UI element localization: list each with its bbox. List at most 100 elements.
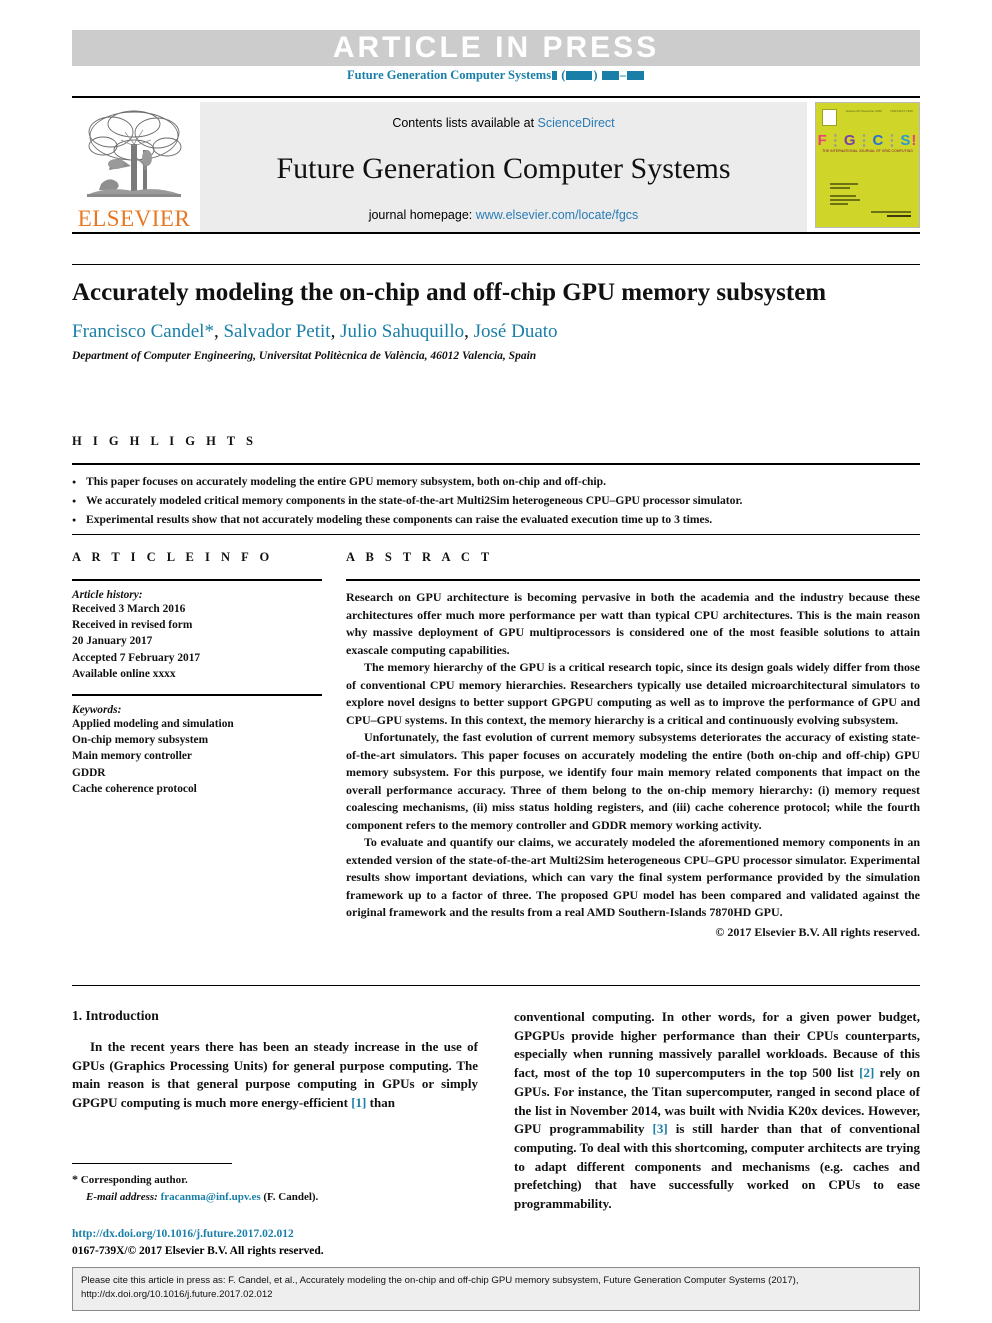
cover-volume-text: Volume 00 November 2016: [845, 109, 882, 113]
keywords-group: Keywords: Applied modeling and simulatio…: [72, 704, 322, 797]
cover-letter-g: G: [843, 132, 857, 149]
cover-text-lines: [830, 183, 860, 207]
email-note: E-mail address: fracanma@inf.upv.es (F. …: [72, 1189, 492, 1206]
keyword-item: Cache coherence protocol: [72, 782, 197, 795]
sciencedirect-link[interactable]: ScienceDirect: [538, 116, 615, 130]
cover-subtitle: THE INTERNATIONAL JOURNAL OF GRID COMPUT…: [822, 149, 913, 153]
cover-footer-lines: [871, 211, 911, 219]
abstract-label: A B S T R A C T: [346, 550, 494, 564]
abstract-text: Research on GPU architecture is becoming…: [346, 589, 920, 941]
page-title: Accurately modeling the on-chip and off-…: [72, 279, 827, 306]
email-link[interactable]: fracanma@inf.upv.es: [161, 1191, 261, 1203]
footnote-block: * Corresponding author. E-mail address: …: [72, 1170, 492, 1205]
article-info-rule: [72, 579, 322, 581]
highlights-list: This paper focuses on accurately modelin…: [72, 473, 920, 529]
homepage-prefix: journal homepage:: [368, 208, 476, 222]
history-line: Received in revised form: [72, 619, 193, 632]
author-name[interactable]: Julio Sahuquillo: [340, 321, 464, 342]
journal-masthead: ELSEVIER Contents lists available at Sci…: [72, 96, 920, 232]
volume-placeholder-block: [552, 70, 558, 80]
contents-prefix: Contents lists available at: [392, 116, 538, 130]
keyword-item: On-chip memory subsystem: [72, 734, 209, 747]
doi-block: http://dx.doi.org/10.1016/j.future.2017.…: [72, 1226, 502, 1259]
cover-issn-text: ISSN 0167-739X: [890, 109, 913, 113]
citation-line-2[interactable]: http://dx.doi.org/10.1016/j.future.2017.…: [81, 1288, 911, 1302]
intro-text-pre: In the recent years there has been an st…: [72, 1039, 478, 1111]
journal-homepage-link[interactable]: www.elsevier.com/locate/fgcs: [476, 208, 639, 222]
elsevier-logo: ELSEVIER: [72, 102, 196, 232]
list-item: Experimental results show that not accur…: [72, 511, 920, 530]
elsevier-tree-icon: [87, 110, 182, 197]
author-name[interactable]: Salvador Petit: [223, 321, 330, 342]
history-line: 20 January 2017: [72, 635, 153, 648]
article-in-press-banner: ARTICLE IN PRESS: [72, 30, 920, 66]
asterisk-icon: *: [72, 1172, 78, 1186]
list-item: We accurately modeled critical memory co…: [72, 492, 920, 511]
list-item: This paper focuses on accurately modelin…: [72, 473, 920, 492]
abstract-column: A B S T R A C T Research on GPU architec…: [346, 550, 920, 941]
body-column-right: conventional computing. In other words, …: [514, 1008, 920, 1214]
citation-link-2[interactable]: [2]: [859, 1065, 874, 1080]
journal-title: Future Generation Computer Systems: [276, 152, 731, 185]
doi-link[interactable]: http://dx.doi.org/10.1016/j.future.2017.…: [72, 1226, 502, 1243]
citation-link-3[interactable]: [3]: [653, 1121, 668, 1136]
article-history-heading: Article history:: [72, 589, 143, 601]
journal-reference-line: Future Generation Computer Systems () –: [0, 68, 992, 83]
article-info-column: A R T I C L E I N F O Article history: R…: [72, 550, 322, 941]
email-owner: (F. Candel).: [263, 1190, 319, 1203]
paper-page: ARTICLE IN PRESS Future Generation Compu…: [0, 0, 992, 1323]
keyword-item: Main memory controller: [72, 750, 192, 763]
cover-header-row: Volume 00 November 2016 ISSN 0167-739X: [822, 109, 913, 126]
email-label: E-mail address:: [86, 1190, 158, 1203]
masthead-center-panel: Contents lists available at ScienceDirec…: [200, 102, 807, 232]
keyword-item: GDDR: [72, 766, 106, 779]
journal-reference-title: Future Generation Computer Systems: [347, 68, 552, 82]
masthead-bottom-rule: [72, 232, 920, 234]
abstract-bottom-rule: [72, 985, 920, 986]
abstract-paragraph: To evaluate and quantify our claims, we …: [346, 835, 920, 920]
citation-link-1[interactable]: [1]: [351, 1095, 366, 1110]
author-list: Francisco Candel*, Salvador Petit, Julio…: [72, 320, 558, 342]
info-abstract-area: A R T I C L E I N F O Article history: R…: [72, 550, 920, 941]
corresponding-author-note: * Corresponding author.: [72, 1170, 492, 1189]
author-name[interactable]: José Duato: [474, 321, 558, 342]
abstract-rule: [346, 579, 920, 581]
history-line: Accepted 7 February 2017: [72, 651, 201, 664]
keywords-heading: Keywords:: [72, 703, 122, 716]
author-name[interactable]: Francisco Candel: [72, 321, 204, 342]
history-line: Available online xxxx: [72, 667, 176, 680]
keywords-rule: [72, 693, 322, 696]
elsevier-wordmark: ELSEVIER: [77, 206, 191, 231]
abstract-paragraph: Research on GPU architecture is becoming…: [346, 590, 920, 657]
citation-line-1: Please cite this article in press as: F.…: [81, 1275, 799, 1286]
page-end-placeholder-block: [626, 70, 644, 80]
cover-letter-f: F: [817, 132, 828, 149]
article-history-group: Article history: Received 3 March 2016 R…: [72, 589, 322, 682]
article-in-press-text: ARTICLE IN PRESS: [332, 31, 660, 64]
journal-homepage-line: journal homepage: www.elsevier.com/locat…: [369, 208, 639, 222]
highlights-bottom-rule: [72, 534, 920, 535]
cover-letter-bang: !: [911, 132, 918, 149]
citation-request-box: Please cite this article in press as: F.…: [72, 1267, 920, 1311]
section-heading-introduction: 1. Introduction: [72, 1008, 159, 1023]
journal-cover-thumbnail: Volume 00 November 2016 ISSN 0167-739X F…: [815, 102, 920, 228]
cover-fgcs-logo: F⋮G⋮C⋮S!: [817, 132, 918, 149]
contents-list-line: Contents lists available at ScienceDirec…: [392, 116, 614, 130]
title-block: Accurately modeling the on-chip and off-…: [72, 278, 832, 362]
highlights-label: H I G H L I G H T S: [72, 434, 257, 448]
corresponding-author-text: Corresponding author.: [80, 1174, 188, 1186]
abstract-copyright: © 2017 Elsevier B.V. All rights reserved…: [715, 924, 920, 939]
author-affiliation: Department of Computer Engineering, Univ…: [72, 349, 537, 362]
cover-elsevier-mark-icon: [822, 109, 837, 126]
abstract-paragraph: The memory hierarchy of the GPU is a cri…: [346, 660, 920, 727]
cover-letter-s: S: [900, 132, 912, 149]
keyword-item: Applied modeling and simulation: [72, 717, 234, 730]
cover-letter-c: C: [872, 132, 885, 149]
year-placeholder-block: [566, 70, 593, 80]
abstract-paragraph: Unfortunately, the fast evolution of cur…: [346, 730, 920, 832]
page-start-placeholder-block: [601, 70, 619, 80]
issn-copyright-line: 0167-739X/© 2017 Elsevier B.V. All right…: [72, 1244, 324, 1257]
footnote-divider: [72, 1163, 232, 1164]
intro-paragraph-right: conventional computing. In other words, …: [514, 1008, 920, 1214]
history-line: Received 3 March 2016: [72, 603, 186, 615]
